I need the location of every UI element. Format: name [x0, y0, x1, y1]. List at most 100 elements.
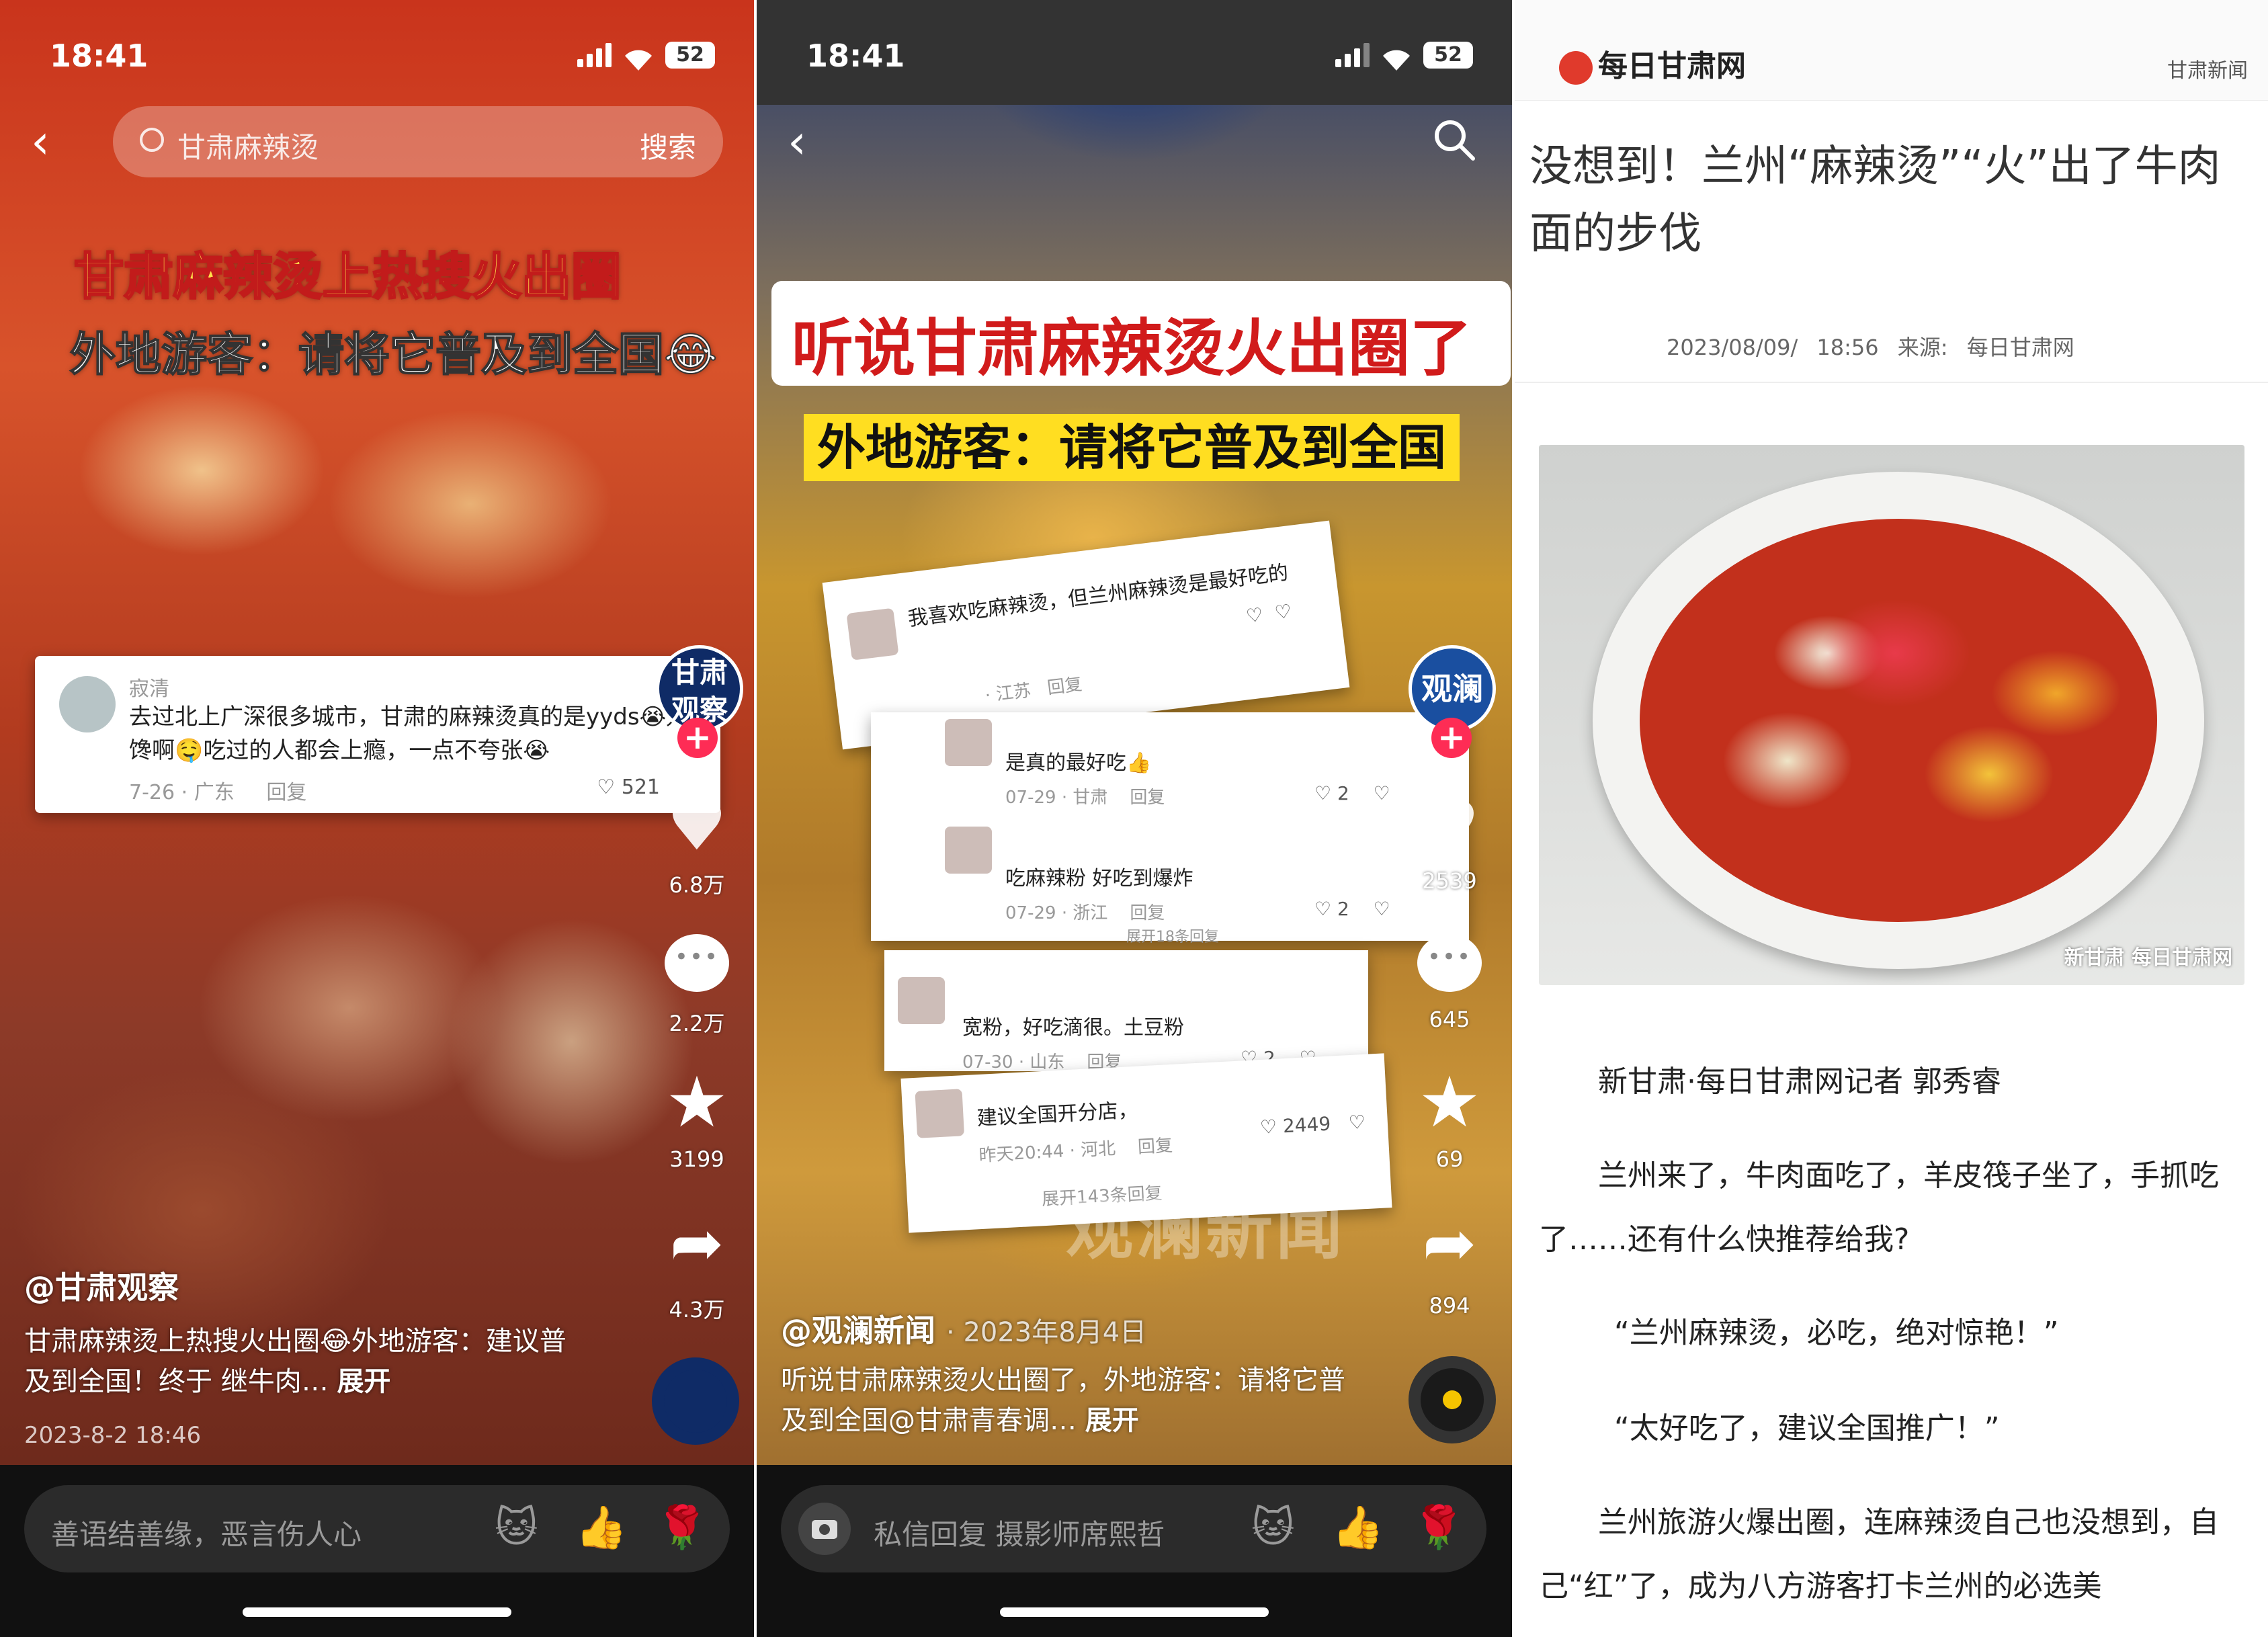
- favorite-star-icon[interactable]: ★: [1413, 1067, 1486, 1137]
- bottom-comment-bar: 善语结善缘，恶言伤人心 🐱 👍 🌹: [0, 1465, 754, 1637]
- status-time: 18:41: [50, 38, 149, 74]
- home-indicator[interactable]: [1000, 1607, 1269, 1617]
- description-text: 听说甘肃麻辣烫火出圈了，外地游客：请将它普及到全国@甘肃青春调…: [781, 1365, 1345, 1436]
- comment-like-count: 521: [621, 775, 660, 799]
- commenter-name: 寂清: [129, 677, 169, 701]
- post-date: 2023-8-2 18:46: [24, 1422, 202, 1449]
- search-button[interactable]: 搜索: [640, 125, 696, 166]
- comment-like-count: ♡ 2 ♡: [1314, 898, 1390, 920]
- post-date: · 2023年8月4日: [946, 1317, 1147, 1348]
- article-byline: 新甘肃·每日甘肃网记者 郭秀睿: [1598, 1064, 2001, 1099]
- expand-button[interactable]: 展开: [337, 1366, 390, 1397]
- article-paragraph: 兰州来了，牛肉面吃了，羊皮筏子坐了，手抓吃了……还有什么快推荐给我?: [1539, 1159, 2219, 1257]
- author-name[interactable]: @甘肃观察: [24, 1263, 179, 1308]
- comment-card: 寂清 去过北上广深很多城市，甘肃的麻辣烫真的是yyds😭好馋啊🤤吃过的人都会上瘾…: [35, 656, 720, 813]
- music-disc-icon[interactable]: [652, 1357, 739, 1445]
- home-indicator[interactable]: [243, 1607, 511, 1617]
- expand-button[interactable]: 展开: [1085, 1405, 1139, 1436]
- comment-screenshot-card: 是真的最好吃👍 07-29 · 甘肃 回复 ♡ 2 ♡ 吃麻辣粉 好吃到爆炸 0…: [871, 712, 1469, 946]
- like-count: 6.8万: [669, 872, 725, 898]
- thumbs-up-emoji-icon[interactable]: 👍: [1332, 1503, 1384, 1552]
- search-input[interactable]: 甘肃麻辣烫: [177, 125, 319, 166]
- site-header: 每日甘肃网 甘肃新闻: [1515, 0, 2268, 101]
- comment-likes[interactable]: ♡ 521: [597, 775, 660, 799]
- signal-icon: [1335, 43, 1370, 67]
- search-icon: [140, 128, 164, 152]
- share-count: 4.3万: [669, 1297, 725, 1323]
- back-icon[interactable]: ‹: [31, 114, 50, 169]
- video-headline-line1: 听说甘肃麻辣烫火出圈了: [792, 312, 1472, 384]
- follow-plus-icon[interactable]: +: [677, 718, 718, 758]
- commenter-avatar: [945, 827, 992, 874]
- comment-meta: 07-29 · 甘肃 回复: [1005, 784, 1165, 808]
- comment-input-placeholder: 私信回复 摄影师席熙哲: [874, 1518, 1165, 1551]
- comment-location: · 江苏: [984, 680, 1032, 706]
- comment-reply-button: 回复: [1137, 1135, 1173, 1158]
- commenter-avatar: [59, 676, 116, 732]
- comment-text: 是真的最好吃👍: [1005, 751, 1152, 775]
- comment-input-placeholder: 善语结善缘，恶言伤人心: [51, 1518, 362, 1551]
- commenter-avatar: [898, 977, 945, 1024]
- comment-meta: 07-29 · 浙江 回复: [1005, 899, 1165, 924]
- cat-emoji-icon[interactable]: 🐱: [1251, 1503, 1295, 1552]
- like-heart-icon[interactable]: ♥: [1413, 793, 1486, 860]
- comment-bubble-icon[interactable]: [1413, 934, 1486, 1001]
- article-meta: 2023/08/09/ 18:56 来源: 每日甘肃网: [1667, 331, 2074, 362]
- comment-screenshot-card: 宽粉，好吃滴很。土豆粉 07-30 · 山东 回复 ♡ 2 ♡: [884, 950, 1368, 1073]
- favorite-star-icon[interactable]: ★: [660, 1067, 734, 1137]
- thumbs-up-emoji-icon[interactable]: 👍: [575, 1503, 627, 1552]
- author-name[interactable]: @观澜新闻 · 2023年8月4日: [781, 1306, 1146, 1351]
- share-arrow-icon[interactable]: ➦: [1413, 1210, 1486, 1277]
- section-link[interactable]: 甘肃新闻: [2167, 54, 2248, 83]
- description-text: 甘肃麻辣烫上热搜火出圈😂外地游客：建议普及到全国！终于 继牛肉…: [24, 1326, 566, 1397]
- video-headline-line1-box: 听说甘肃麻辣烫火出圈了: [771, 281, 1511, 386]
- rose-emoji-icon[interactable]: 🌹: [1413, 1503, 1464, 1552]
- comment-reply-button[interactable]: 回复: [266, 781, 306, 804]
- comment-date-location: 07-30 · 山东: [962, 1052, 1065, 1073]
- divider: [1515, 382, 2268, 383]
- comment-date-location: 07-29 · 浙江: [1005, 903, 1108, 923]
- heart-outline-icon: ♡ ♡: [1245, 599, 1293, 628]
- comment-input[interactable]: 善语结善缘，恶言伤人心 🐱 👍 🌹: [24, 1485, 730, 1572]
- article-paragraph: 兰州旅游火爆出圈，连麻辣烫自己也没想到，自己“红”了，成为八方游客打卡兰州的必选…: [1539, 1505, 2219, 1603]
- wifi-icon: [622, 43, 655, 71]
- camera-icon[interactable]: [798, 1503, 851, 1555]
- comment-meta: 昨天20:44 · 河北 回复: [978, 1132, 1173, 1167]
- back-icon[interactable]: ‹: [788, 114, 806, 169]
- article-paragraph: “兰州麻辣烫，必吃，绝对惊艳！”: [1614, 1316, 2059, 1350]
- comment-text: 建议全国开分店，: [976, 1098, 1139, 1131]
- status-time: 18:41: [806, 38, 905, 74]
- comment-date-location: 7-26 · 广东: [129, 781, 235, 804]
- favorite-count: 69: [1435, 1146, 1464, 1172]
- follow-plus-icon[interactable]: +: [1431, 718, 1472, 758]
- battery-icon: 52: [665, 42, 715, 69]
- share-arrow-icon[interactable]: ➦: [660, 1210, 734, 1277]
- video-headline-line2: 外地游客：请将它普及到全国: [804, 414, 1460, 481]
- malatang-food-shape: [1640, 519, 2157, 922]
- site-logo[interactable]: 每日甘肃网: [1559, 42, 1746, 85]
- share-count: 894: [1429, 1293, 1470, 1318]
- comment-count: 645: [1429, 1007, 1470, 1032]
- comment-input[interactable]: 私信回复 摄影师席熙哲 🐱 👍 🌹: [781, 1485, 1486, 1572]
- source-label: 来源:: [1897, 335, 1948, 360]
- author-handle[interactable]: @观澜新闻: [781, 1312, 935, 1349]
- like-heart-icon[interactable]: ♥: [660, 793, 734, 860]
- comment-like-count: ♡ 2 ♡: [1314, 782, 1390, 804]
- status-bar: 18:41 52: [0, 38, 754, 78]
- rose-emoji-icon[interactable]: 🌹: [656, 1503, 708, 1552]
- comment-date-location: 07-29 · 甘肃: [1005, 788, 1108, 808]
- battery-icon: 52: [1423, 42, 1473, 69]
- search-icon[interactable]: [1433, 118, 1476, 161]
- music-disc-icon[interactable]: [1409, 1356, 1496, 1443]
- article-source[interactable]: 每日甘肃网: [1967, 335, 2074, 360]
- status-bar: 18:41 52: [757, 0, 1512, 105]
- comment-reply-button: 回复: [1130, 788, 1165, 808]
- video-description: 甘肃麻辣烫上热搜火出圈😂外地游客：建议普及到全国！终于 继牛肉… 展开: [24, 1321, 575, 1402]
- comment-bubble-icon[interactable]: [660, 934, 734, 1001]
- search-bar[interactable]: 甘肃麻辣烫 搜索: [113, 106, 723, 177]
- comment-reply-button: 回复: [1130, 903, 1165, 923]
- article-photo[interactable]: 新甘肃 每日甘肃网: [1539, 445, 2244, 985]
- comment-meta: 7-26 · 广东 回复: [129, 775, 306, 805]
- favorite-count: 3199: [669, 1146, 724, 1172]
- cat-emoji-icon[interactable]: 🐱: [495, 1503, 538, 1552]
